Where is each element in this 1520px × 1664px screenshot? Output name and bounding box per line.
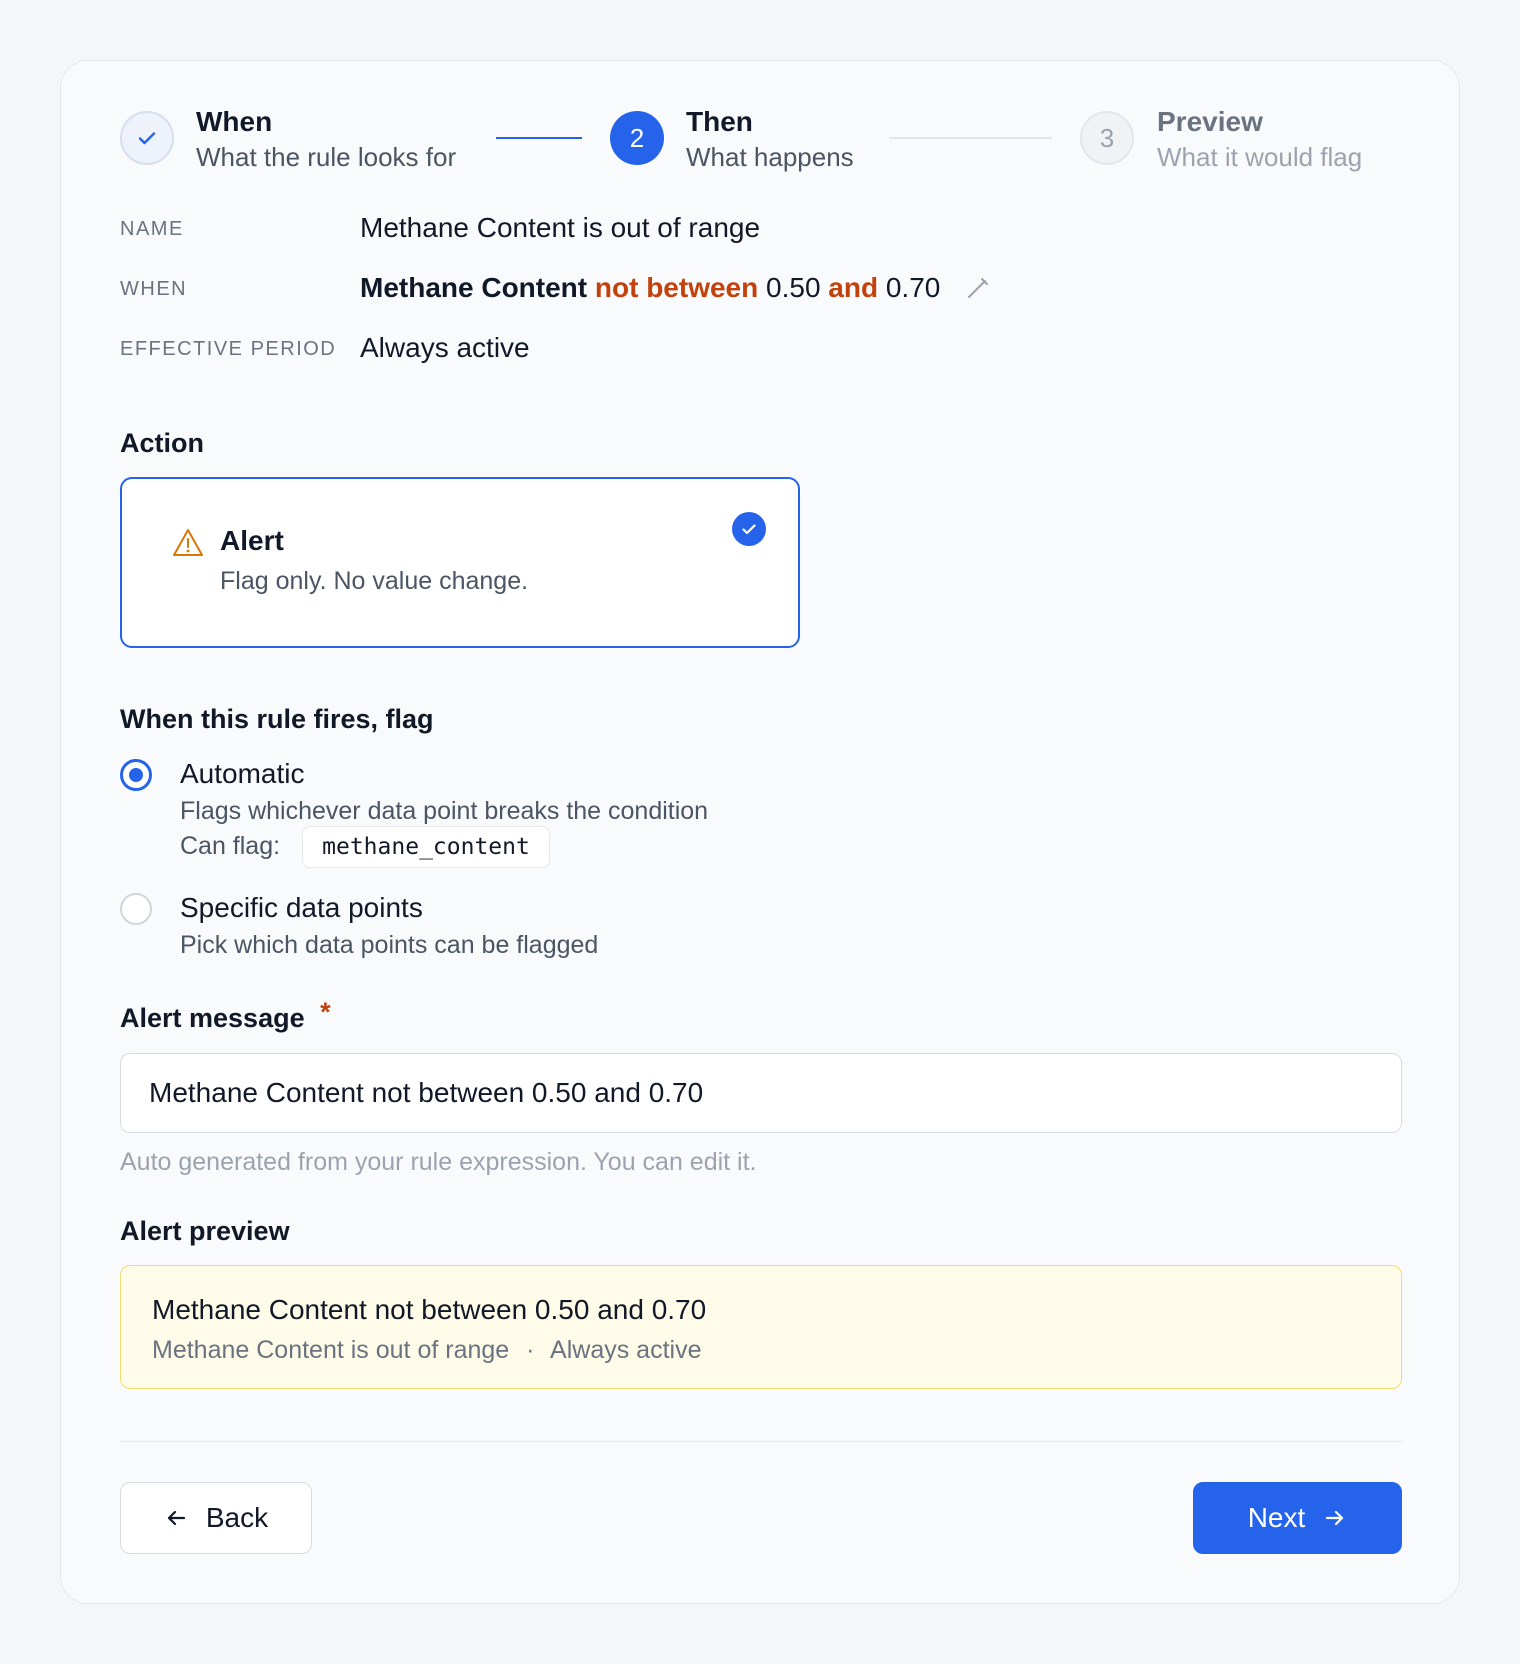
- alert-preview-meta: Methane Content is out of range · Always…: [152, 1336, 702, 1365]
- alert-message-label: Alert message *: [120, 997, 331, 1034]
- footer-divider: [120, 1441, 1402, 1442]
- step-2-number: 2: [610, 111, 664, 165]
- action-option-alert[interactable]: Alert Flag only. No value change.: [120, 477, 800, 648]
- flag-section-title: When this rule fires, flag: [120, 704, 434, 734]
- step-2-subtitle: What happens: [686, 142, 854, 172]
- can-flag-chip: methane_content: [302, 826, 550, 868]
- when-and: and: [828, 272, 879, 303]
- specific-data-points-label[interactable]: Specific data points: [180, 892, 423, 924]
- when-label: WHEN: [120, 278, 188, 300]
- step-3-number: 3: [1080, 111, 1134, 165]
- alert-message-hint: Auto generated from your rule expression…: [120, 1148, 757, 1176]
- can-flag-label: Can flag:: [180, 832, 281, 860]
- required-marker: *: [320, 997, 331, 1027]
- specific-data-points-desc: Pick which data points can be flagged: [180, 931, 599, 959]
- alert-message-input[interactable]: Methane Content not between 0.50 and 0.7…: [120, 1053, 1402, 1133]
- radio-specific-data-points[interactable]: [120, 893, 152, 925]
- alert-preview-period: Always active: [550, 1336, 702, 1364]
- step-1-title[interactable]: When: [196, 106, 272, 138]
- alert-preview-separator: ·: [526, 1336, 535, 1364]
- back-button[interactable]: Back: [120, 1482, 312, 1554]
- step-3-title: Preview: [1157, 106, 1263, 137]
- alert-message-label-text: Alert message: [120, 1003, 305, 1033]
- arrow-right-icon: [1326, 1510, 1344, 1526]
- step-2-title: Then: [686, 106, 753, 137]
- step-3-subtitle: What it would flag: [1157, 142, 1363, 172]
- name-label: NAME: [120, 218, 184, 240]
- step-1-complete-icon[interactable]: [120, 111, 174, 165]
- alert-preview-label: Alert preview: [120, 1216, 290, 1246]
- alert-preview-title: Methane Content not between 0.50 and 0.7…: [152, 1294, 707, 1325]
- selected-check-icon: [732, 512, 766, 546]
- automatic-desc: Flags whichever data point breaks the co…: [180, 797, 709, 825]
- check-icon: [138, 132, 156, 145]
- automatic-label[interactable]: Automatic: [180, 758, 305, 790]
- when-low-value: 0.50: [766, 272, 821, 303]
- edit-pencil-icon[interactable]: [964, 274, 992, 302]
- arrow-left-icon: [167, 1510, 185, 1526]
- action-section-title: Action: [120, 428, 204, 458]
- alert-preview-rule-name: Methane Content is out of range: [152, 1336, 510, 1364]
- step-1-subtitle: What the rule looks for: [196, 142, 457, 172]
- when-operator: not between: [594, 272, 759, 303]
- when-high-value: 0.70: [885, 272, 941, 303]
- step-connector-2: [889, 137, 1052, 139]
- next-button-label: Next: [1247, 1502, 1306, 1533]
- warning-icon: [172, 527, 204, 559]
- back-button-label: Back: [205, 1502, 269, 1533]
- when-expression: Methane Content not between 0.50 and 0.7…: [360, 272, 940, 304]
- effective-period-label: EFFECTIVE PERIOD: [120, 338, 337, 360]
- when-field: Methane Content: [360, 272, 588, 303]
- rule-name-value: Methane Content is out of range: [360, 212, 761, 243]
- alert-preview-box: Methane Content not between 0.50 and 0.7…: [120, 1265, 1402, 1389]
- effective-period-value: Always active: [360, 332, 530, 363]
- action-option-title: Alert: [220, 525, 284, 556]
- next-button[interactable]: Next: [1193, 1482, 1402, 1554]
- step-connector-1: [496, 137, 582, 139]
- action-option-desc: Flag only. No value change.: [220, 567, 529, 595]
- radio-automatic[interactable]: [120, 759, 152, 791]
